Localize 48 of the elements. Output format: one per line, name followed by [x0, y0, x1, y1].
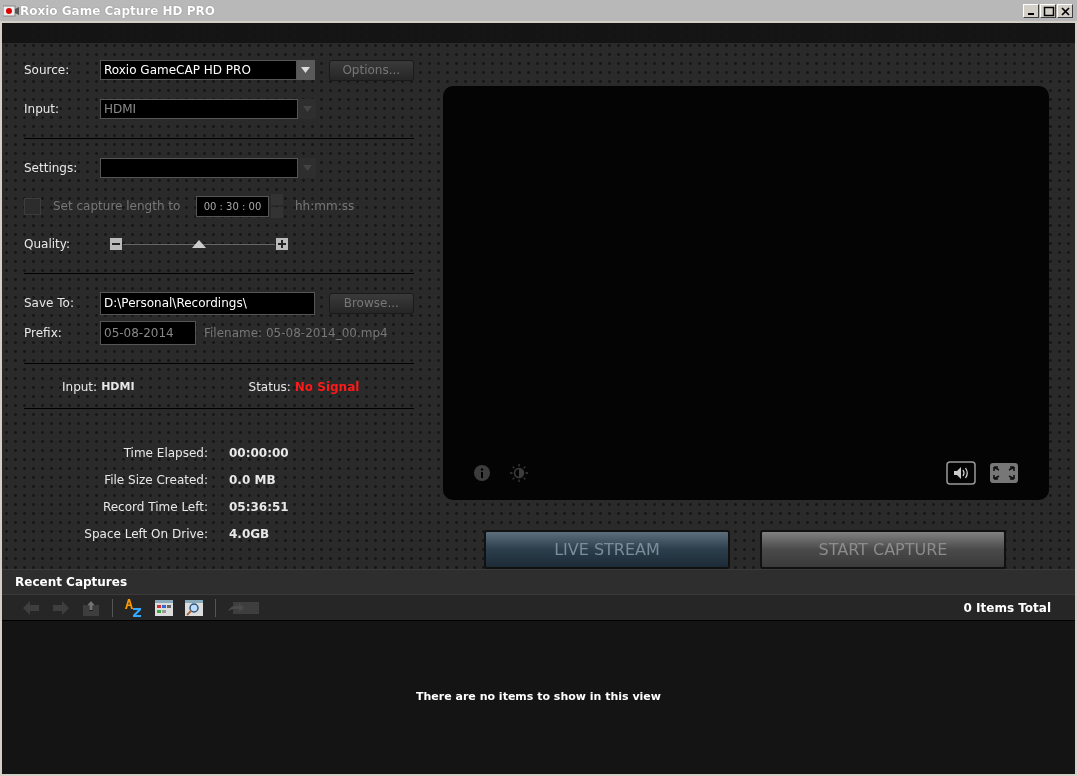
item-count: 0 Items Total — [963, 599, 1051, 617]
stat-label: File Size Created: — [103, 471, 208, 489]
spinner-buttons — [271, 194, 283, 218]
caret-icon — [301, 67, 311, 73]
slider-thumb[interactable] — [192, 240, 206, 248]
stat-label: Record Time Left: — [101, 498, 208, 516]
stat-value: 0.0 MB — [229, 471, 276, 489]
time-field: 00 : 30 : 00 — [196, 195, 269, 217]
section-title: Recent Captures — [15, 574, 128, 591]
field-label: Prefix: — [24, 325, 63, 342]
empty-message: There are no items to show in this view — [416, 689, 661, 706]
field-label: Settings: — [24, 160, 79, 177]
live-stream-button[interactable]: LIVE STREAM — [484, 530, 730, 569]
quality-slider[interactable] — [123, 238, 275, 250]
field-label: Save To: — [24, 295, 75, 312]
input-label: Input: — [62, 379, 98, 396]
checkbox-label: Set capture length to — [53, 198, 182, 215]
field-label: Quality: — [24, 236, 72, 253]
filename-text: Filename: 05-08-2014_00.mp4 — [204, 325, 388, 342]
field-label: Input: — [24, 101, 61, 118]
window-title: Roxio Game Capture HD PRO — [20, 2, 215, 20]
stat-label: Space Left On Drive: — [83, 525, 208, 543]
camera-icon — [3, 4, 19, 17]
stat-label: Time Elapsed: — [122, 444, 208, 462]
minimize-button[interactable] — [1023, 3, 1039, 18]
status-label: Status: — [248, 379, 291, 396]
maximize-button — [1041, 4, 1055, 17]
prefix-field[interactable]: 05-08-2014 — [100, 321, 196, 345]
field-label: Source: — [24, 62, 71, 79]
path-field[interactable]: D:\Personal\Recordings\ — [100, 291, 315, 315]
status-value: No Signal — [294, 379, 360, 396]
sort-icon[interactable] — [124, 597, 144, 618]
minimize-icon — [1028, 12, 1034, 15]
minus-icon[interactable] — [110, 238, 122, 250]
stat-value: 05:36:51 — [229, 498, 289, 516]
close-button[interactable] — [1057, 3, 1073, 18]
search-view-icon[interactable] — [184, 597, 204, 618]
plus-icon[interactable] — [276, 238, 288, 250]
format-hint: hh:mm:ss — [295, 198, 355, 215]
close-icon — [1058, 4, 1072, 17]
speaker-icon[interactable] — [946, 461, 976, 485]
maximize-button[interactable] — [1040, 3, 1056, 18]
input-value: HDMI — [101, 378, 135, 395]
start-capture-button[interactable]: START CAPTURE — [760, 530, 1006, 569]
stat-value: 00:00:00 — [229, 444, 289, 462]
fullscreen-icon[interactable] — [990, 463, 1018, 483]
grid-view-icon[interactable] — [154, 597, 174, 618]
stat-value: 4.0GB — [229, 525, 270, 543]
